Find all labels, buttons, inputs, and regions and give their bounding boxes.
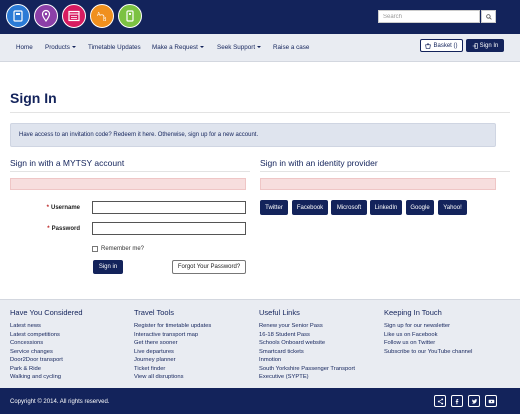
footer-link[interactable]: Interactive transport map bbox=[134, 331, 211, 340]
footer-link[interactable]: Follow us on Twitter bbox=[384, 339, 472, 348]
remember-me-checkbox[interactable] bbox=[92, 246, 98, 252]
footer-link[interactable]: Latest competitions bbox=[10, 331, 83, 340]
top-bar: AB bbox=[0, 0, 520, 34]
remember-me: Remember me? bbox=[92, 246, 144, 252]
username-input[interactable] bbox=[92, 201, 246, 214]
header-sign-in-label: Sign In bbox=[479, 42, 499, 49]
password-input[interactable] bbox=[92, 222, 246, 235]
nav-item-make-a-request[interactable]: Make a Request bbox=[152, 44, 204, 51]
youtube-icon[interactable] bbox=[485, 395, 497, 407]
facebook-provider-button[interactable]: Facebook bbox=[292, 200, 328, 215]
footer-column-title: Useful Links bbox=[259, 308, 300, 317]
footer-link[interactable]: Journey planner bbox=[134, 356, 211, 365]
footer-column-have-you-considered: Have You Considered Latest news Latest c… bbox=[10, 308, 83, 382]
footer-link[interactable]: Ticket finder bbox=[134, 365, 211, 374]
footer-link[interactable]: Live departures bbox=[134, 348, 211, 357]
footer-link[interactable]: Inmotion bbox=[259, 356, 355, 365]
copyright-text: Copyright © 2014. All rights reserved. bbox=[10, 399, 110, 405]
password-label: * Password bbox=[47, 226, 80, 232]
footer-link[interactable]: 16-18 Student Pass bbox=[259, 331, 355, 340]
yahoo-provider-button[interactable]: Yahoo! bbox=[438, 200, 467, 215]
footer-link[interactable]: Schools Onboard website bbox=[259, 339, 355, 348]
nav-item-timetable-updates[interactable]: Timetable Updates bbox=[88, 44, 141, 51]
timetable-logo-icon[interactable] bbox=[62, 4, 86, 28]
username-label: * Username bbox=[46, 205, 80, 211]
journey-planner-logo-icon[interactable]: AB bbox=[90, 4, 114, 28]
footer-links: Have You Considered Latest news Latest c… bbox=[0, 299, 520, 388]
footer-link[interactable]: Park & Ride bbox=[10, 365, 83, 374]
chevron-down-icon bbox=[199, 46, 204, 49]
footer-link[interactable]: Walking and cycling bbox=[10, 373, 83, 382]
page-title: Sign In bbox=[10, 90, 57, 106]
search-button[interactable] bbox=[481, 10, 496, 23]
title-divider bbox=[10, 112, 510, 113]
identity-provider-divider bbox=[260, 171, 510, 172]
svg-text:B: B bbox=[103, 17, 107, 23]
local-account-divider bbox=[10, 171, 250, 172]
chevron-down-icon bbox=[257, 46, 262, 49]
search-input[interactable] bbox=[378, 10, 480, 23]
search-box bbox=[378, 10, 496, 23]
nav-item-products[interactable]: Products bbox=[45, 44, 76, 51]
linkedin-provider-button[interactable]: LinkedIn bbox=[370, 200, 402, 215]
sign-in-icon bbox=[472, 42, 478, 49]
nav-item-seek-support[interactable]: Seek Support bbox=[217, 44, 262, 51]
share-icon[interactable] bbox=[434, 395, 446, 407]
footer-column-travel-tools: Travel Tools Register for timetable upda… bbox=[134, 308, 211, 382]
footer-link[interactable]: Register for timetable updates bbox=[134, 322, 211, 331]
microsoft-provider-button[interactable]: Microsoft bbox=[331, 200, 367, 215]
bottom-bar: Copyright © 2014. All rights reserved. bbox=[0, 388, 520, 414]
twitter-provider-button[interactable]: Twitter bbox=[260, 200, 288, 215]
footer-link[interactable]: Service changes bbox=[10, 348, 83, 357]
footer-column-title: Keeping In Touch bbox=[384, 308, 442, 317]
footer-link[interactable]: Renew your Senior Pass bbox=[259, 322, 355, 331]
remember-me-label: Remember me? bbox=[101, 246, 145, 252]
footer-link[interactable]: Latest news bbox=[10, 322, 83, 331]
chevron-down-icon bbox=[71, 46, 76, 49]
identity-provider-error-summary bbox=[260, 178, 496, 190]
basket-label: Basket () bbox=[433, 42, 458, 49]
nav-item-home[interactable]: Home bbox=[16, 44, 33, 51]
header-sign-in-button[interactable]: Sign In bbox=[466, 39, 504, 52]
location-pin-logo-icon[interactable] bbox=[34, 4, 58, 28]
footer-link[interactable]: Sign up for our newsletter bbox=[384, 322, 472, 331]
footer-column-keeping-in-touch: Keeping In Touch Sign up for our newslet… bbox=[384, 308, 472, 356]
local-account-error-summary bbox=[10, 178, 246, 190]
footer-column-useful-links: Useful Links Renew your Senior Pass 16-1… bbox=[259, 308, 355, 382]
footer-link[interactable]: View all disruptions bbox=[134, 373, 211, 382]
footer-link[interactable]: Subscribe to our YouTube channel bbox=[384, 348, 472, 357]
ticket-machine-logo-icon[interactable] bbox=[6, 4, 30, 28]
invitation-info-box: Have access to an invitation code? Redee… bbox=[10, 123, 496, 147]
identity-provider-title: Sign in with an identity provider bbox=[260, 158, 378, 168]
footer-link[interactable]: Door2Door transport bbox=[10, 356, 83, 365]
footer-link[interactable]: Smartcard tickets bbox=[259, 348, 355, 357]
search-icon bbox=[485, 13, 492, 20]
footer-link[interactable]: Executive (SYPTE) bbox=[259, 373, 355, 382]
footer-link[interactable]: South Yorkshire Passenger Transport bbox=[259, 365, 355, 374]
google-provider-button[interactable]: Google bbox=[406, 200, 434, 215]
basket-icon bbox=[425, 42, 432, 49]
basket-button[interactable]: Basket () bbox=[420, 39, 463, 52]
local-account-title: Sign in with a MYTSY account bbox=[10, 158, 125, 168]
footer-link[interactable]: Concessions bbox=[10, 339, 83, 348]
twitter-icon[interactable] bbox=[468, 395, 480, 407]
forgot-password-button[interactable]: Forgot Your Password? bbox=[172, 260, 246, 274]
smartcard-logo-icon[interactable] bbox=[118, 4, 142, 28]
sign-in-button[interactable]: Sign in bbox=[93, 260, 123, 274]
footer-column-title: Travel Tools bbox=[134, 308, 175, 317]
footer-link[interactable]: Like us on Facebook bbox=[384, 331, 472, 340]
facebook-icon[interactable] bbox=[451, 395, 463, 407]
footer-column-title: Have You Considered bbox=[10, 308, 83, 317]
nav-item-raise-a-case[interactable]: Raise a case bbox=[273, 44, 309, 51]
footer-link[interactable]: Get there sooner bbox=[134, 339, 211, 348]
